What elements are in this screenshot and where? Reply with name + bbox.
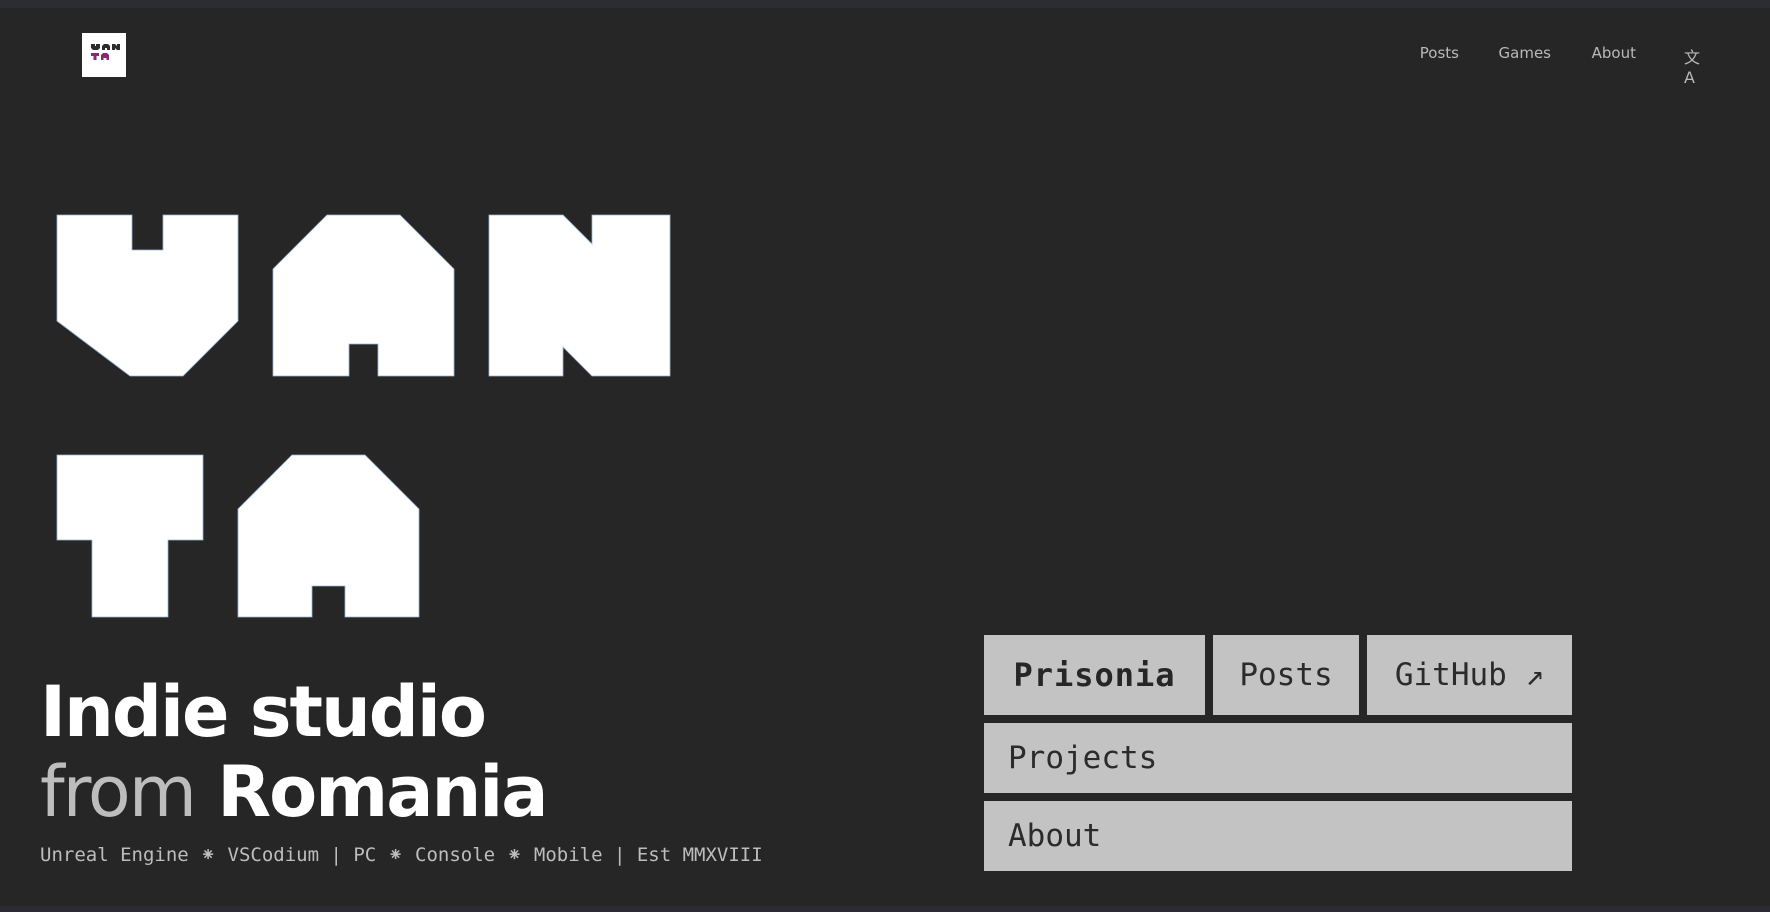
headline-from: from: [40, 751, 197, 833]
bottom-border: [0, 906, 1770, 912]
prisonia-label: Prisonia: [1013, 656, 1176, 694]
hero-headline: Indie studio from Romania: [40, 671, 549, 833]
top-border: [0, 0, 1770, 8]
projects-button-label: Projects: [1008, 740, 1158, 776]
nav-link-about[interactable]: About: [1592, 44, 1636, 62]
about-button-label: About: [1008, 818, 1102, 854]
about-button[interactable]: About: [984, 801, 1572, 871]
prisonia-button[interactable]: Prisonia: [984, 635, 1205, 715]
github-button-label: GitHub ↗: [1394, 657, 1545, 693]
vanta-wordmark-logo: [56, 214, 671, 618]
language-icon[interactable]: 文A: [1684, 44, 1700, 87]
nav-link-games[interactable]: Games: [1499, 44, 1551, 62]
headline-place: Romania: [217, 751, 548, 833]
posts-button[interactable]: Posts: [1213, 635, 1359, 715]
vanta-logo-icon: [91, 44, 120, 60]
nav-link-posts[interactable]: Posts: [1420, 44, 1459, 62]
projects-button[interactable]: Projects: [984, 723, 1572, 793]
hero-tagline: Unreal Engine ⁕ VSCodium | PC ⁕ Console …: [40, 844, 763, 866]
hero-wordmark: [56, 214, 676, 646]
posts-button-label: Posts: [1239, 657, 1333, 693]
headline-line-2: from Romania: [40, 751, 549, 833]
headline-line-1: Indie studio: [40, 671, 487, 753]
github-button[interactable]: GitHub ↗: [1367, 635, 1572, 715]
site-logo[interactable]: [82, 33, 126, 77]
